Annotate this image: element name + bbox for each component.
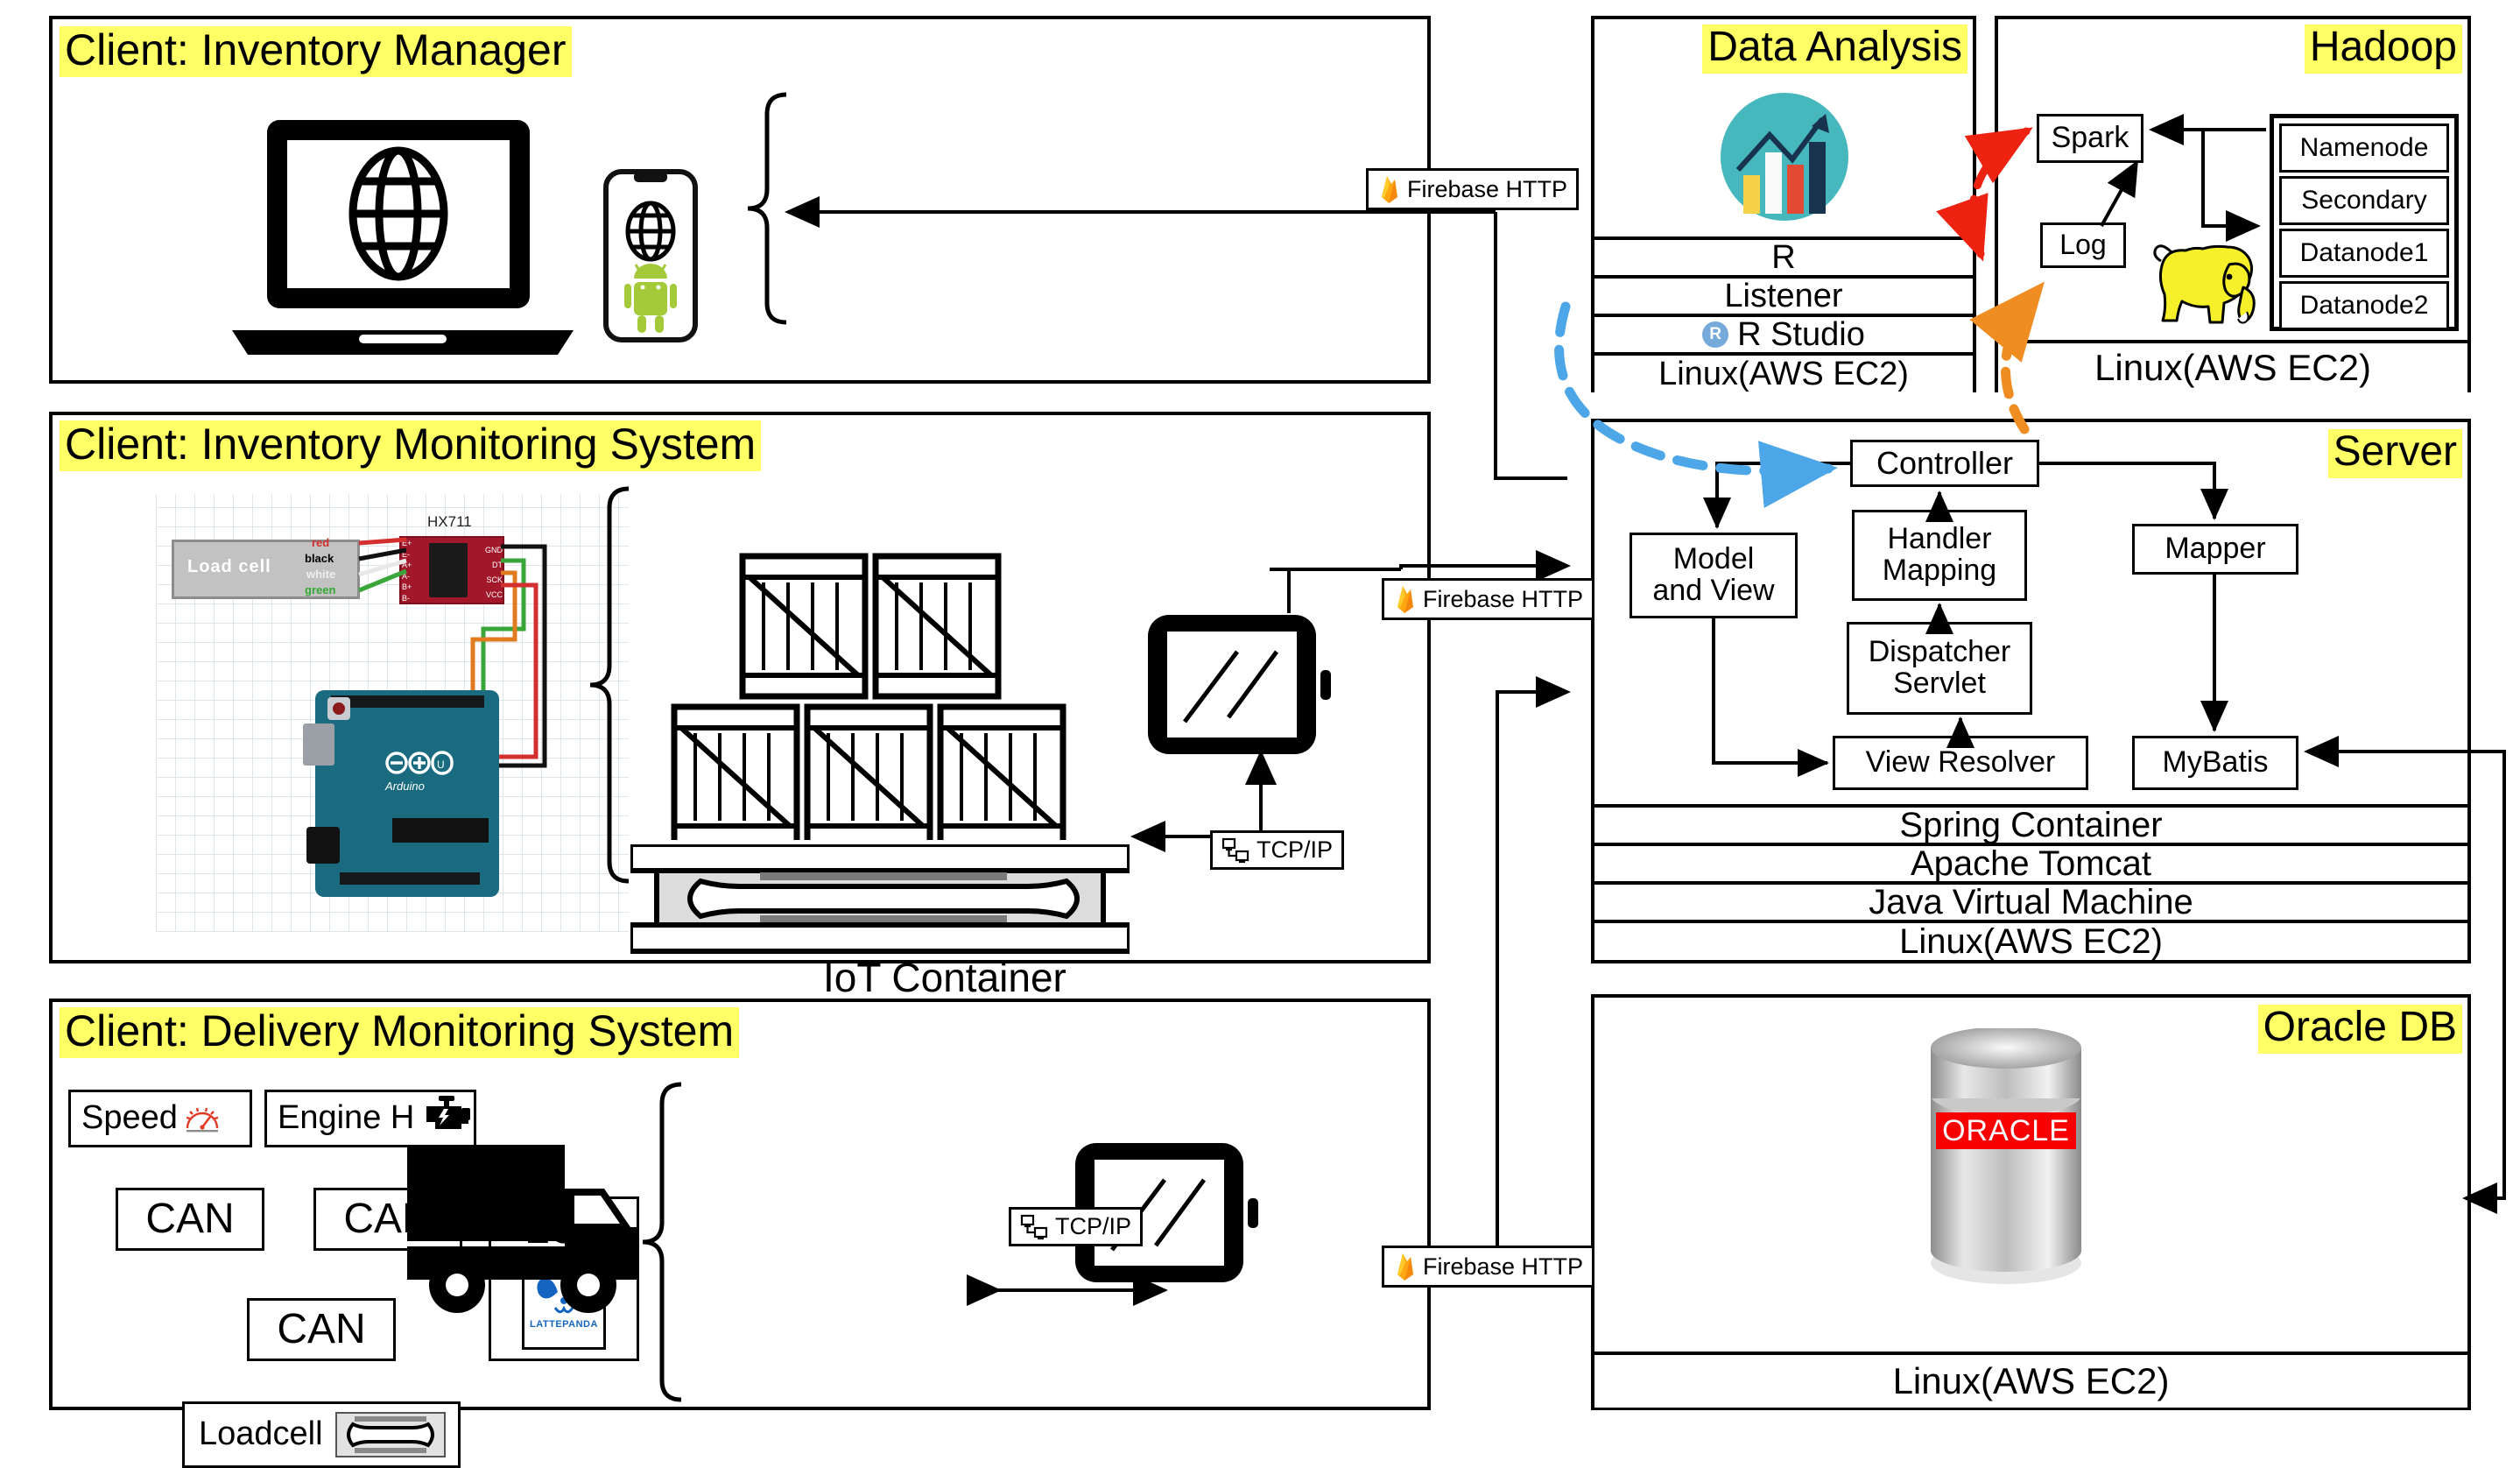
crates-stack-icon (671, 553, 1066, 840)
rstudio-logo-icon: R (1702, 321, 1729, 348)
tcpip-label-text-1: TCP/IP (1256, 836, 1334, 863)
arduino-power-jack (306, 827, 340, 864)
loadcell-label: Loadcell (199, 1415, 323, 1453)
arduino-digital-header (331, 695, 484, 708)
server-internal-arrows (1703, 462, 2228, 777)
arduino-uno-board (315, 690, 499, 897)
arduino-power-header (340, 872, 480, 885)
tcpip-label-monitoring: TCP/IP (1210, 830, 1345, 870)
hadoop-stack-linux: Linux(AWS EC2) (1998, 340, 2467, 392)
loadcell-box[interactable]: Loadcell (182, 1401, 461, 1468)
firebase-flame-icon (1397, 586, 1413, 613)
stack-label-rstudio: R Studio (1737, 315, 1865, 353)
tablet-icon-inventory (1148, 615, 1331, 754)
panel-delivery-monitoring: Client: Delivery Monitoring System Speed… (49, 999, 1431, 1468)
firebase-label-monitoring: Firebase HTTP (1382, 578, 1595, 620)
panel-server: Server Controller Model and View Handler… (1591, 419, 2471, 963)
panel-title-hadoop: Hadoop (2304, 25, 2462, 74)
tcpip-label-text-2: TCP/IP (1055, 1213, 1132, 1239)
speed-sensor-box[interactable]: Speed (68, 1090, 252, 1147)
smartphone-android-icon (603, 169, 698, 342)
iot-container-caption: IoT Container (823, 955, 1066, 1000)
firebase-label-manager: Firebase HTTP (1366, 168, 1580, 210)
hadoop-elephant-icon (2153, 244, 2256, 324)
network-computers-icon (1221, 837, 1249, 863)
hdfs-node-secondary[interactable]: Secondary (2279, 176, 2449, 225)
panel-title-oracle-db: Oracle DB (2257, 1005, 2462, 1054)
firebase-label-delivery: Firebase HTTP (1382, 1246, 1595, 1288)
datanode1-label: Datanode1 (2299, 238, 2429, 268)
spark-node[interactable]: Spark (2037, 114, 2143, 163)
firebase-label-text-3: Firebase HTTP (1423, 1253, 1584, 1280)
data-analysis-stack-linux: Linux(AWS EC2) (1594, 352, 1973, 392)
laptop-globe-icon (232, 120, 574, 355)
firebase-label-text-1: Firebase HTTP (1407, 175, 1568, 202)
log-label: Log (2059, 229, 2107, 261)
panel-title-data-analysis: Data Analysis (1702, 25, 1967, 74)
panel-inventory-manager: Client: Inventory Manager (49, 16, 1431, 384)
stack-label-linux-hadoop: Linux(AWS EC2) (2094, 347, 2371, 388)
hdfs-node-datanode1[interactable]: Datanode1 (2279, 229, 2449, 278)
data-analysis-stack-rstudio: R R Studio (1594, 314, 1973, 353)
arduino-brand-text: Arduino (385, 780, 425, 793)
network-computers-icon (1020, 1214, 1048, 1239)
data-analysis-stack-r: R (1594, 236, 1973, 276)
firebase-flame-icon (1382, 176, 1397, 203)
oracle-logo-text: ORACLE (1942, 1114, 2070, 1147)
engine-sensor-label: Engine H (278, 1099, 415, 1137)
connector-delivery-tablet-to-server (1496, 676, 1571, 1272)
panel-oracle-db: Oracle DB ORACLE Linux(AWS EC2) (1591, 994, 2471, 1410)
arduino-logo: U (384, 748, 454, 778)
arduino-ic (392, 818, 489, 843)
data-analysis-stack-listener: Listener (1594, 275, 1973, 314)
delivery-truck-icon (407, 1145, 639, 1313)
panel-title-inventory-manager: Client: Inventory Manager (60, 26, 572, 77)
panel-hadoop: Hadoop Spark Log Namenode Secondary Data… (1995, 16, 2471, 392)
speed-sensor-label: Speed (81, 1099, 178, 1137)
hdfs-node-datanode2[interactable]: Datanode2 (2279, 281, 2449, 330)
hdfs-node-rack: Namenode Secondary Datanode1 Datanode2 (2270, 114, 2459, 331)
panel-inventory-monitoring: Client: Inventory Monitoring System Load… (49, 412, 1431, 1000)
firebase-flame-icon (1397, 1253, 1413, 1281)
stack-label-linux-oracle: Linux(AWS EC2) (1892, 1360, 2170, 1401)
stack-label-listener: Listener (1724, 277, 1843, 314)
can-box-loadcell[interactable]: CAN (247, 1298, 396, 1361)
tcpip-label-delivery: TCP/IP (1009, 1207, 1144, 1246)
panel-title-delivery-monitoring: Client: Delivery Monitoring System (60, 1007, 740, 1058)
datanode2-label: Datanode2 (2299, 291, 2429, 321)
hdfs-node-namenode[interactable]: Namenode (2279, 124, 2449, 173)
arduino-loadcell-schematic: Load cell red black white green HX711 E+… (156, 494, 629, 932)
namenode-label: Namenode (2299, 133, 2429, 163)
arduino-usb-port (303, 723, 334, 766)
svg-text:U: U (437, 759, 445, 771)
secondary-label: Secondary (2301, 186, 2427, 215)
can-box-speed-label: CAN (145, 1195, 235, 1242)
oracle-database-cylinder-icon: ORACLE (1931, 1028, 2081, 1284)
speedometer-icon (186, 1107, 219, 1133)
engine-icon (421, 1094, 474, 1133)
firebase-label-text-2: Firebase HTTP (1423, 585, 1584, 612)
can-box-speed[interactable]: CAN (116, 1188, 264, 1251)
weight-scale-platform-icon (630, 844, 1130, 954)
panel-title-inventory-monitoring: Client: Inventory Monitoring System (60, 420, 762, 471)
oracle-stack-linux: Linux(AWS EC2) (1594, 1352, 2467, 1408)
panel-data-analysis: Data Analysis R Listener R R Studio Linu… (1591, 16, 1976, 392)
stack-label-linux-da: Linux(AWS EC2) (1658, 355, 1909, 392)
stack-label-r: R (1771, 238, 1796, 276)
bar-chart-growth-icon (1721, 93, 1848, 221)
log-node[interactable]: Log (2040, 222, 2126, 268)
arduino-reset-cap (333, 702, 345, 715)
spark-label: Spark (2051, 121, 2129, 155)
can-box-loadcell-label: CAN (277, 1305, 366, 1352)
